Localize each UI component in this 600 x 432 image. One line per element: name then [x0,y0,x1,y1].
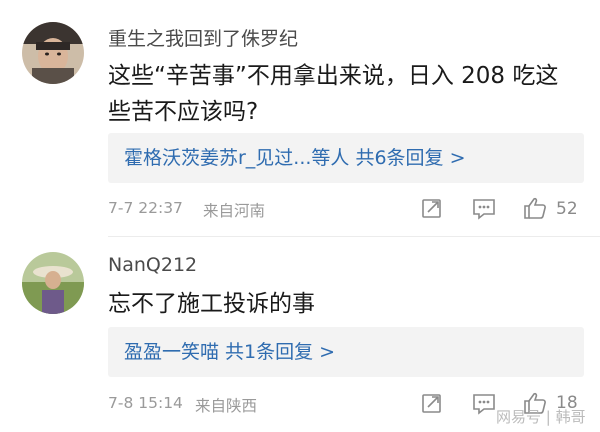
comment-icon[interactable] [472,198,496,224]
share-icon[interactable] [421,392,443,418]
reply-summary-link[interactable]: 霍格沃茨姜苏r_见过...等人 共6条回复 > [108,133,584,183]
comment-divider [108,236,600,237]
comment-icon[interactable] [472,393,496,419]
watermark: 网易号 | 韩哥 [496,408,586,426]
like-count: 52 [556,199,578,219]
avatar[interactable] [22,22,84,84]
comment-location: 来自河南 [203,202,266,220]
comment-date: 7-8 15:14 [108,394,183,412]
comment-text: 这些“辛苦事”不用拿出来说，日入 208 吃这 [108,63,559,89]
comment-location: 来自陕西 [195,397,258,415]
comment-text-continued: 些苦不应该吗? [108,99,259,125]
reply-summary-link[interactable]: 盈盈一笑喵 共1条回复 > [108,327,584,377]
comment-text: 忘不了施工投诉的事 [108,291,315,317]
comment-date: 7-7 22:37 [108,199,183,217]
comment-username[interactable]: NanQ212 [108,254,197,276]
like-icon[interactable] [523,196,547,224]
share-icon[interactable] [421,197,443,223]
comment-username[interactable]: 重生之我回到了侏罗纪 [108,24,298,51]
avatar[interactable] [22,252,84,314]
